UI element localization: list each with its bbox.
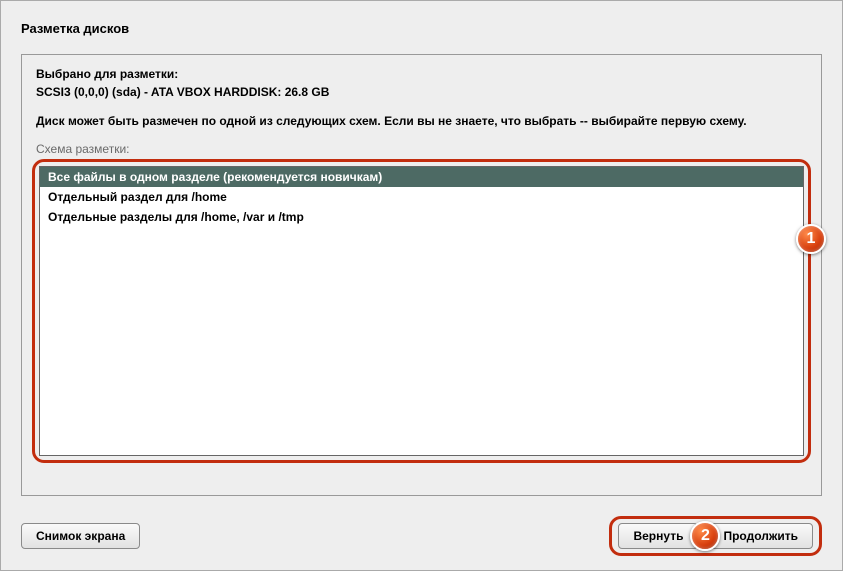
annotation-badge-2: 2	[690, 521, 720, 551]
page-title: Разметка дисков	[21, 21, 822, 36]
screenshot-button[interactable]: Снимок экрана	[21, 523, 140, 549]
footer-bar: Снимок экрана Вернуть Продолжить 2	[21, 516, 822, 556]
scheme-option-separate-home[interactable]: Отдельный раздел для /home	[40, 187, 803, 207]
installer-window: Разметка дисков Выбрано для разметки: SC…	[0, 0, 843, 571]
selected-for-partitioning-label: Выбрано для разметки:	[36, 67, 807, 81]
annotation-badge-1: 1	[796, 224, 826, 254]
scheme-section-label: Схема разметки:	[36, 142, 807, 156]
scheme-option-separate-home-var-tmp[interactable]: Отдельные разделы для /home, /var и /tmp	[40, 207, 803, 227]
hint-text: Диск может быть размечен по одной из сле…	[36, 113, 807, 130]
content-frame: Выбрано для разметки: SCSI3 (0,0,0) (sda…	[21, 54, 822, 496]
annotation-highlight-1: Все файлы в одном разделе (рекомендуется…	[32, 159, 811, 463]
scheme-option-all-one-partition[interactable]: Все файлы в одном разделе (рекомендуется…	[40, 167, 803, 187]
continue-button[interactable]: Продолжить	[708, 523, 813, 549]
back-button[interactable]: Вернуть	[618, 523, 698, 549]
annotation-highlight-2: Вернуть Продолжить 2	[609, 516, 822, 556]
partitioning-scheme-listbox[interactable]: Все файлы в одном разделе (рекомендуется…	[39, 166, 804, 456]
disk-description: SCSI3 (0,0,0) (sda) - ATA VBOX HARDDISK:…	[36, 85, 807, 99]
